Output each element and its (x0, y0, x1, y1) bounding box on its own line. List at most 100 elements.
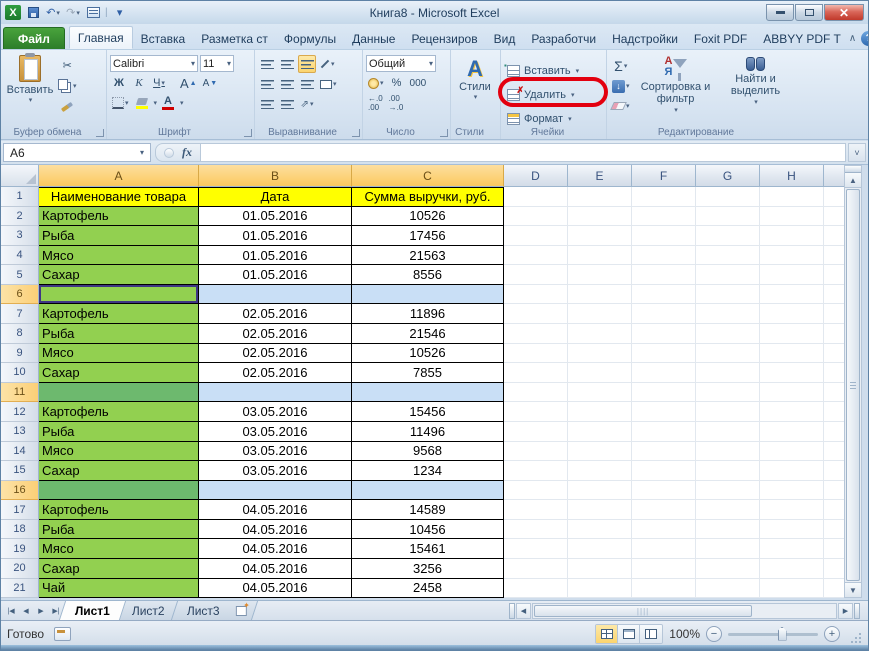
cell-H4[interactable] (760, 246, 824, 266)
cell-A6[interactable] (39, 285, 199, 305)
cell-stub17[interactable] (824, 500, 846, 520)
tab-8[interactable]: Надстройки (604, 28, 686, 49)
cell-E15[interactable] (568, 461, 632, 481)
sheet-tab-1[interactable]: Лист1 (59, 601, 126, 620)
row-header-6[interactable]: 6 (1, 285, 39, 305)
expand-formula-bar-icon[interactable]: ˅ (848, 143, 866, 162)
cell-stub1[interactable] (824, 187, 846, 207)
cell-E1[interactable] (568, 187, 632, 207)
page-layout-view-button[interactable] (618, 625, 640, 643)
cell-F17[interactable] (632, 500, 696, 520)
cell-stub12[interactable] (824, 402, 846, 422)
row-header-17[interactable]: 17 (1, 500, 39, 520)
first-sheet-icon[interactable]: |◀ (4, 604, 18, 618)
row-header-3[interactable]: 3 (1, 226, 39, 246)
cell-stub7[interactable] (824, 304, 846, 324)
cell-E16[interactable] (568, 481, 632, 501)
fill-button[interactable]: ↓▾ (610, 77, 632, 95)
cell-B16[interactable] (199, 481, 352, 501)
row-header-18[interactable]: 18 (1, 520, 39, 540)
page-break-view-button[interactable] (640, 625, 662, 643)
clipboard-dialog-launcher[interactable] (96, 129, 104, 137)
cell-F5[interactable] (632, 265, 696, 285)
cell-C2[interactable]: 10526 (352, 207, 504, 227)
cell-C11[interactable] (352, 383, 504, 403)
cell-C17[interactable]: 14589 (352, 500, 504, 520)
cell-A7[interactable]: Картофель (39, 304, 199, 324)
tab-10[interactable]: ABBYY PDF T (755, 28, 849, 49)
cell-D5[interactable] (504, 265, 568, 285)
row-header-14[interactable]: 14 (1, 442, 39, 462)
cell-E10[interactable] (568, 363, 632, 383)
cell-F4[interactable] (632, 246, 696, 266)
column-header-E[interactable]: E (568, 165, 632, 187)
cell-F19[interactable] (632, 539, 696, 559)
align-middle-button[interactable] (278, 55, 296, 73)
redo-button[interactable]: ↷▾ (65, 5, 81, 20)
name-box[interactable]: А6▾ (3, 143, 151, 162)
cell-B20[interactable]: 04.05.2016 (199, 559, 352, 579)
cell-G6[interactable] (696, 285, 760, 305)
cell-stub9[interactable] (824, 344, 846, 364)
cell-B1[interactable]: Дата (199, 187, 352, 207)
alignment-dialog-launcher[interactable] (352, 129, 360, 137)
cell-C21[interactable]: 2458 (352, 579, 504, 599)
cell-B2[interactable]: 01.05.2016 (199, 207, 352, 227)
cell-stub4[interactable] (824, 246, 846, 266)
cell-A13[interactable]: Рыба (39, 422, 199, 442)
prev-sheet-icon[interactable]: ◀ (19, 604, 33, 618)
cell-G17[interactable] (696, 500, 760, 520)
cell-E6[interactable] (568, 285, 632, 305)
cell-E7[interactable] (568, 304, 632, 324)
clear-button[interactable]: ▾ (610, 97, 632, 115)
vertical-scrollbar[interactable]: ▲ ▼ (844, 165, 862, 598)
cell-G1[interactable] (696, 187, 760, 207)
borders-button[interactable]: ▾ (110, 94, 131, 112)
column-header-F[interactable]: F (632, 165, 696, 187)
cell-B21[interactable]: 04.05.2016 (199, 579, 352, 599)
column-header-H[interactable]: H (760, 165, 824, 187)
font-dialog-launcher[interactable] (244, 129, 252, 137)
horizontal-scroll-thumb[interactable] (534, 605, 752, 617)
cell-B17[interactable]: 04.05.2016 (199, 500, 352, 520)
row-header-9[interactable]: 9 (1, 344, 39, 364)
cell-C14[interactable]: 9568 (352, 442, 504, 462)
zoom-slider-thumb[interactable] (778, 627, 787, 641)
cell-E13[interactable] (568, 422, 632, 442)
cell-A14[interactable]: Мясо (39, 442, 199, 462)
cell-F3[interactable] (632, 226, 696, 246)
cell-stub13[interactable] (824, 422, 846, 442)
qat-dropdown-button[interactable]: ▾ (112, 5, 128, 20)
cell-stub5[interactable] (824, 265, 846, 285)
close-button[interactable]: ✕ (824, 4, 864, 21)
cell-D8[interactable] (504, 324, 568, 344)
row-header-2[interactable]: 2 (1, 207, 39, 227)
cell-E2[interactable] (568, 207, 632, 227)
excel-logo-icon[interactable]: X (5, 5, 21, 20)
cell-A20[interactable]: Сахар (39, 559, 199, 579)
cell-D15[interactable] (504, 461, 568, 481)
cell-E11[interactable] (568, 383, 632, 403)
cell-B8[interactable]: 02.05.2016 (199, 324, 352, 344)
cell-stub20[interactable] (824, 559, 846, 579)
scroll-up-icon[interactable]: ▲ (845, 173, 861, 188)
cell-C9[interactable]: 10526 (352, 344, 504, 364)
increase-indent-button[interactable] (278, 95, 296, 113)
row-header-7[interactable]: 7 (1, 304, 39, 324)
horizontal-scrollbar[interactable] (532, 603, 837, 619)
decrease-indent-button[interactable] (258, 95, 276, 113)
row-header-8[interactable]: 8 (1, 324, 39, 344)
cell-F14[interactable] (632, 442, 696, 462)
cell-stub21[interactable] (824, 579, 846, 599)
delete-cells-button[interactable]: Удалить▾ (504, 84, 603, 106)
cell-C8[interactable]: 21546 (352, 324, 504, 344)
cell-A1[interactable]: Наименование товара (39, 187, 199, 207)
minimize-button[interactable] (766, 4, 794, 21)
cell-F16[interactable] (632, 481, 696, 501)
cell-D14[interactable] (504, 442, 568, 462)
grow-font-button[interactable]: А▲ (178, 74, 199, 92)
find-select-button[interactable]: Найти и выделить▾ (720, 53, 792, 119)
align-center-button[interactable] (278, 75, 296, 93)
cell-D9[interactable] (504, 344, 568, 364)
cell-D7[interactable] (504, 304, 568, 324)
